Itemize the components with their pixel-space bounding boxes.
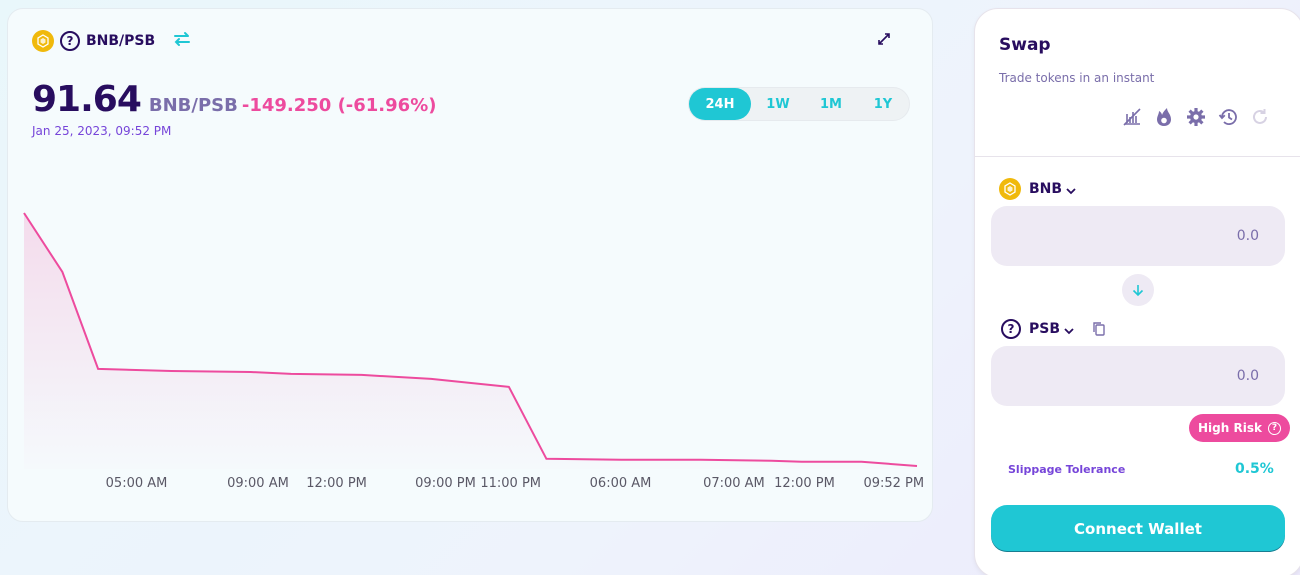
high-risk-badge[interactable]: High Risk ? <box>1189 414 1290 442</box>
to-amount-box <box>991 346 1285 406</box>
x-tick-label: 06:00 AM <box>590 476 652 491</box>
swap-toolbar <box>1121 106 1271 128</box>
x-tick-label: 05:00 AM <box>106 476 168 491</box>
x-tick-label: 09:00 PM <box>415 476 476 491</box>
swap-panel: Swap Trade tokens in an instant BNB 0.0 … <box>974 8 1300 575</box>
x-tick-label: 12:00 PM <box>774 476 835 491</box>
fire-icon[interactable] <box>1153 106 1175 128</box>
x-tick-label: 09:52 PM <box>863 476 924 491</box>
price-chart-card: ? BNB/PSB 91.64 BNB/PSB -149.250 (-61.96… <box>7 8 933 522</box>
swap-divider <box>975 156 1300 157</box>
gear-icon[interactable] <box>1185 106 1207 128</box>
swap-title: Swap <box>999 35 1051 55</box>
bnb-token-icon <box>999 178 1021 200</box>
connect-wallet-button[interactable]: Connect Wallet <box>991 505 1285 552</box>
switch-direction-button[interactable] <box>1122 274 1154 306</box>
risk-label: High Risk <box>1198 421 1262 435</box>
x-tick-label: 07:00 AM <box>703 476 765 491</box>
x-tick-label: 09:00 AM <box>227 476 289 491</box>
history-icon[interactable] <box>1217 106 1239 128</box>
swap-subtitle: Trade tokens in an instant <box>999 71 1155 85</box>
to-token-name: PSB <box>1029 321 1061 337</box>
x-tick-label: 11:00 PM <box>480 476 541 491</box>
slippage-label: Slippage Tolerance <box>1008 463 1126 476</box>
chevron-down-icon <box>1066 180 1076 199</box>
help-icon: ? <box>1267 421 1281 435</box>
to-token-select[interactable]: ? PSB <box>1001 319 1074 339</box>
x-axis: 05:00 AM 09:00 AM 12:00 PM 09:00 PM 11:00 PM… <box>106 476 924 491</box>
from-token-name: BNB <box>1029 181 1063 197</box>
from-amount-input[interactable] <box>991 228 1259 244</box>
from-amount-box <box>991 206 1285 266</box>
from-token-select[interactable]: BNB <box>999 178 1076 200</box>
to-amount-input[interactable] <box>991 368 1259 384</box>
chart-area-fill <box>24 213 917 469</box>
copy-icon[interactable] <box>1092 321 1106 341</box>
slippage-value[interactable]: 0.5% <box>1235 461 1274 477</box>
chevron-down-icon <box>1064 320 1074 339</box>
chart-toggle-icon[interactable] <box>1121 106 1143 128</box>
price-chart[interactable]: 05:00 AM 09:00 AM 12:00 PM 09:00 PM 11:00 PM… <box>8 9 934 523</box>
x-tick-label: 12:00 PM <box>306 476 367 491</box>
refresh-icon[interactable] <box>1249 106 1271 128</box>
question-icon: ? <box>1001 319 1021 339</box>
